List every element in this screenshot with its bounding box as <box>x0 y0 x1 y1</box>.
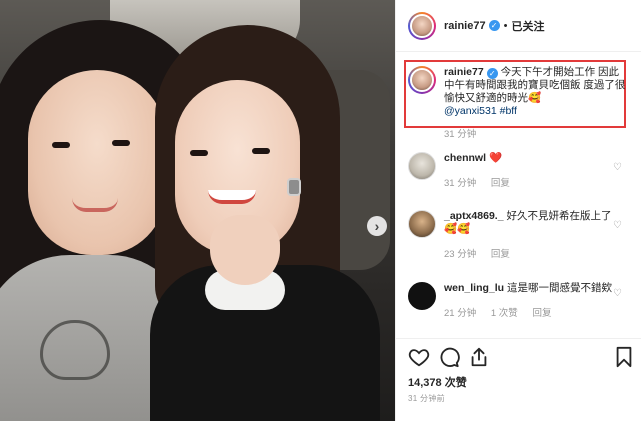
comment-likes[interactable]: 1 次赞 <box>491 308 518 319</box>
post-header: rainie77 ✓ • 已关注 <box>396 0 641 52</box>
post-timestamp: 31 分钟前 <box>408 394 445 403</box>
post-side-panel: rainie77 ✓ • 已关注 rainie77 ✓ 今天下午才開始工作 因此中… <box>395 0 641 421</box>
comment-line: wen_ling_lu 這是哪一間感覺不錯欸 <box>444 282 624 295</box>
post-caption: rainie77 ✓ 今天下午才開始工作 因此中午有時間跟我的寶貝吃個飯 度過了很… <box>408 66 628 141</box>
comment-text: 這是哪一間感覺不錯欸 <box>507 282 613 294</box>
chevron-right-icon: › <box>374 218 380 234</box>
comment-line: _aptx4869._ 好久不見妍希在版上了🥰🥰 <box>444 210 624 236</box>
comment-meta: 21 分钟 1 次赞 回复 <box>444 305 624 319</box>
comment-item: _aptx4869._ 好久不見妍希在版上了🥰🥰 23 分钟 回复 ♡ <box>408 210 634 260</box>
heart-icon[interactable] <box>408 346 430 368</box>
comment-username[interactable]: chennwl <box>444 152 486 164</box>
comment-icon[interactable] <box>438 346 460 368</box>
eye <box>112 140 130 146</box>
comment-like-heart-icon[interactable]: ♡ <box>613 220 622 231</box>
post-photo: › <box>0 0 395 421</box>
avatar[interactable] <box>408 11 436 40</box>
comment-username[interactable]: wen_ling_lu <box>444 282 504 294</box>
caption-time: 31 分钟 <box>444 129 477 140</box>
next-photo-button[interactable]: › <box>367 216 387 236</box>
share-icon[interactable] <box>468 346 490 368</box>
reply-button[interactable]: 回复 <box>532 308 551 319</box>
like-count[interactable]: 14,378 次赞 <box>408 374 467 390</box>
comment-text: ❤️ <box>488 152 503 164</box>
hoodie-print <box>40 320 110 380</box>
person-left-face <box>28 70 166 255</box>
avatar[interactable] <box>408 282 436 310</box>
avatar[interactable] <box>408 152 436 180</box>
comment-like-heart-icon[interactable]: ♡ <box>613 162 622 173</box>
eye <box>52 142 70 148</box>
header-username[interactable]: rainie77 <box>444 20 486 32</box>
caption-username[interactable]: rainie77 <box>444 66 484 78</box>
reply-button[interactable]: 回复 <box>491 178 510 189</box>
comment-item: chennwl ❤️ 31 分钟 回复 ♡ <box>408 152 634 189</box>
peace-sign-hand <box>210 215 280 285</box>
bookmark-icon[interactable] <box>614 346 634 368</box>
comment-item: wen_ling_lu 這是哪一間感覺不錯欸 21 分钟 1 次赞 回复 ♡ <box>408 282 634 319</box>
comment-meta: 31 分钟 回复 <box>444 175 624 189</box>
comment-time: 21 分钟 <box>444 308 477 319</box>
smile <box>208 190 256 204</box>
eye <box>252 148 270 154</box>
avatar[interactable] <box>408 66 436 94</box>
comment-line: chennwl ❤️ <box>444 152 624 165</box>
caption-tags[interactable]: @yanxi531 #bff <box>444 105 517 117</box>
smile <box>72 198 118 212</box>
verified-badge-icon: ✓ <box>488 20 500 31</box>
actions-divider <box>396 338 641 339</box>
post-actions-bar <box>408 346 634 370</box>
verified-badge-icon: ✓ <box>486 68 498 79</box>
caption-text-block: rainie77 ✓ 今天下午才開始工作 因此中午有時間跟我的寶貝吃個飯 度過了很… <box>444 66 626 141</box>
eye <box>190 150 208 156</box>
avatar[interactable] <box>408 210 436 238</box>
follow-status-button[interactable]: 已关注 <box>511 18 544 34</box>
comment-like-heart-icon[interactable]: ♡ <box>613 288 622 299</box>
caption-meta: 31 分钟 <box>444 128 626 141</box>
earring <box>287 178 301 196</box>
comment-meta: 23 分钟 回复 <box>444 246 624 260</box>
comment-username[interactable]: _aptx4869._ <box>444 210 504 222</box>
comment-time: 23 分钟 <box>444 249 477 260</box>
comment-time: 31 分钟 <box>444 178 477 189</box>
reply-button[interactable]: 回复 <box>491 249 510 260</box>
separator-dot: • <box>503 19 508 32</box>
